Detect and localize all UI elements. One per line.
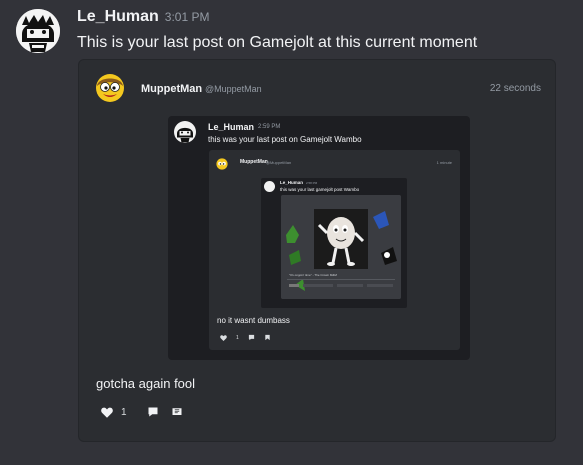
screenshot-timestamp: 2:59 PM (258, 124, 281, 130)
inner-comment-icon (248, 334, 254, 341)
post-embed[interactable]: MuppetMan @MuppetMan 22 seconds Le_Human… (78, 59, 556, 442)
author-avatar[interactable] (16, 9, 60, 53)
screenshot-avatar (174, 121, 196, 143)
mm-character-image (281, 195, 401, 299)
inner-action-bar: 1 (220, 334, 271, 341)
embed-time: 22 seconds (489, 83, 541, 94)
nested-author: Le_Human (280, 180, 304, 185)
message-text: This is your last post on Gamejolt at th… (77, 34, 478, 51)
heart-icon[interactable] (101, 407, 113, 418)
screenshot-message: this was your last post on Gamejolt Wamb… (208, 135, 362, 144)
inner-heart-icon (220, 334, 227, 341)
inner-embed-author: MuppetMan (240, 159, 268, 165)
nested-avatar (264, 181, 275, 192)
share-icon[interactable] (171, 406, 183, 418)
inner-reply-text: no it wasnt dumbass (217, 316, 290, 325)
nested-message: this was your last gamejolt post Wambo (280, 187, 360, 192)
inner-share-icon (265, 334, 270, 341)
screenshot-author: Le_Human (208, 122, 255, 132)
author-name[interactable]: Le_Human (77, 8, 159, 25)
embedded-screenshot[interactable]: Le_Human 2:59 PM this was your last post… (168, 116, 470, 360)
comment-icon[interactable] (147, 406, 159, 418)
nested-caption: "It's ongoin' time" - The Crown M&M (289, 273, 337, 277)
inner-muppetman-avatar (216, 157, 228, 170)
embed-author-name[interactable]: MuppetMan (141, 83, 202, 95)
nested-screenshot: Le_Human 2:58 PM this was your last game… (261, 178, 407, 308)
nested-embed: "It's ongoin' time" - The Crown M&M (281, 195, 401, 299)
message-timestamp: 3:01 PM (164, 10, 210, 24)
muppetman-avatar (95, 73, 125, 103)
screenshot-inner-embed: MuppetMan @MuppetMan 1 minute Le_Human 2… (209, 150, 460, 350)
embed-reply-text: gotcha again fool (96, 376, 196, 391)
like-count: 1 (121, 406, 127, 418)
nested-timestamp: 2:58 PM (306, 181, 318, 185)
embed-author-handle: @MuppetMan (205, 84, 262, 94)
inner-embed-time: 1 minute (436, 160, 452, 165)
inner-embed-handle: @MuppetMan (266, 160, 292, 165)
embed-action-bar: 1 (101, 406, 183, 418)
inner-like-count: 1 (236, 334, 239, 341)
